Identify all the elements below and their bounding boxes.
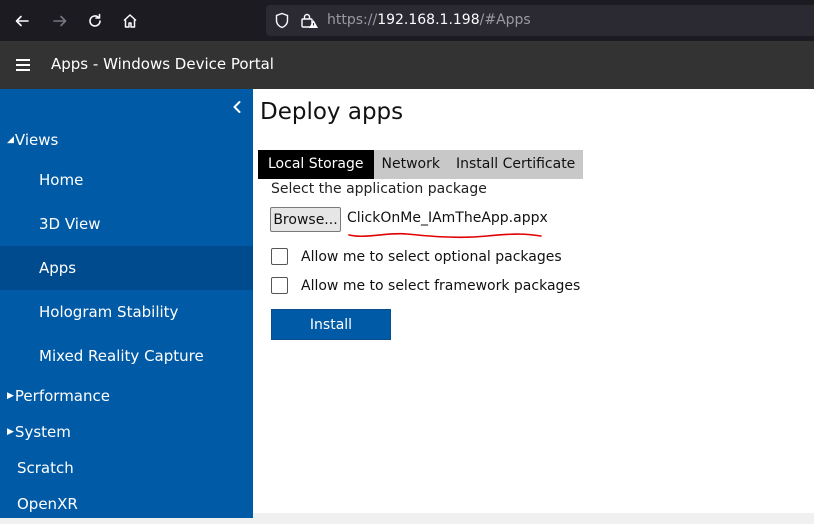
sidebar-item-label: Scratch [17,459,74,477]
browser-toolbar: https://192.168.1.198/#Apps [0,0,814,41]
sidebar-item-3d-view[interactable]: 3D View [0,202,253,246]
lock-warning-icon[interactable] [300,12,318,33]
framework-packages-label: Allow me to select framework packages [301,277,581,294]
sidebar-item-label: OpenXR [17,495,78,513]
sidebar-item-mixed-reality-capture[interactable]: Mixed Reality Capture [0,334,253,378]
sidebar-group-system[interactable]: ▶ System [0,412,253,452]
arrow-left-icon[interactable] [9,8,35,34]
home-icon[interactable] [117,8,143,34]
sidebar-group-label: Performance [14,387,110,405]
hamburger-icon[interactable] [16,59,30,71]
chevron-left-icon[interactable] [231,99,243,118]
optional-packages-label: Allow me to select optional packages [301,248,562,265]
selected-file-name: ClickOnMe_IAmTheApp.appx [347,210,548,226]
sidebar-item-scratch[interactable]: Scratch [0,448,253,488]
tab-local-storage[interactable]: Local Storage [258,150,374,179]
sidebar-item-hologram-stability[interactable]: Hologram Stability [0,290,253,334]
sidebar: ◢ Views Home 3D View Apps Hologram Stabi… [0,89,253,518]
app-title: Apps - Windows Device Portal [51,55,274,73]
shield-icon[interactable] [274,12,290,33]
tab-network[interactable]: Network [373,150,448,179]
page-title: Deploy apps [260,99,404,125]
sidebar-item-home[interactable]: Home [0,158,253,202]
sidebar-group-views[interactable]: ◢ Views [0,120,253,160]
sidebar-item-label: Hologram Stability [39,303,179,321]
sidebar-item-openxr[interactable]: OpenXR [0,484,253,524]
optional-packages-option[interactable]: Allow me to select optional packages [271,248,562,265]
framework-packages-checkbox[interactable] [271,277,288,294]
browse-button[interactable]: Browse... [270,207,341,232]
framework-packages-option[interactable]: Allow me to select framework packages [271,277,580,294]
install-button[interactable]: Install [271,309,391,340]
sidebar-item-label: Home [39,171,84,189]
main-content: Deploy apps Local Storage Network Instal… [253,89,814,513]
reload-icon[interactable] [82,8,108,34]
select-package-label: Select the application package [271,181,487,197]
optional-packages-checkbox[interactable] [271,248,288,265]
tab-install-certificate[interactable]: Install Certificate [447,150,584,179]
app-header: Apps - Windows Device Portal [0,41,814,89]
sidebar-item-apps[interactable]: Apps [0,246,253,290]
sidebar-group-label: Views [14,131,59,149]
caret-right-icon: ▶ [7,391,14,401]
sidebar-group-performance[interactable]: ▶ Performance [0,376,253,416]
address-bar[interactable]: https://192.168.1.198/#Apps [266,5,814,36]
url-text: https://192.168.1.198/#Apps [327,12,531,28]
sidebar-group-label: System [14,423,71,441]
red-annotation-underline [348,232,542,239]
sidebar-item-label: Mixed Reality Capture [39,347,204,365]
sidebar-item-label: Apps [39,259,77,277]
arrow-right-icon[interactable] [47,8,73,34]
sidebar-item-label: 3D View [39,215,101,233]
caret-right-icon: ▶ [7,427,14,437]
caret-down-icon: ◢ [7,135,14,145]
tab-bar: Local Storage Network Install Certificat… [258,150,584,179]
